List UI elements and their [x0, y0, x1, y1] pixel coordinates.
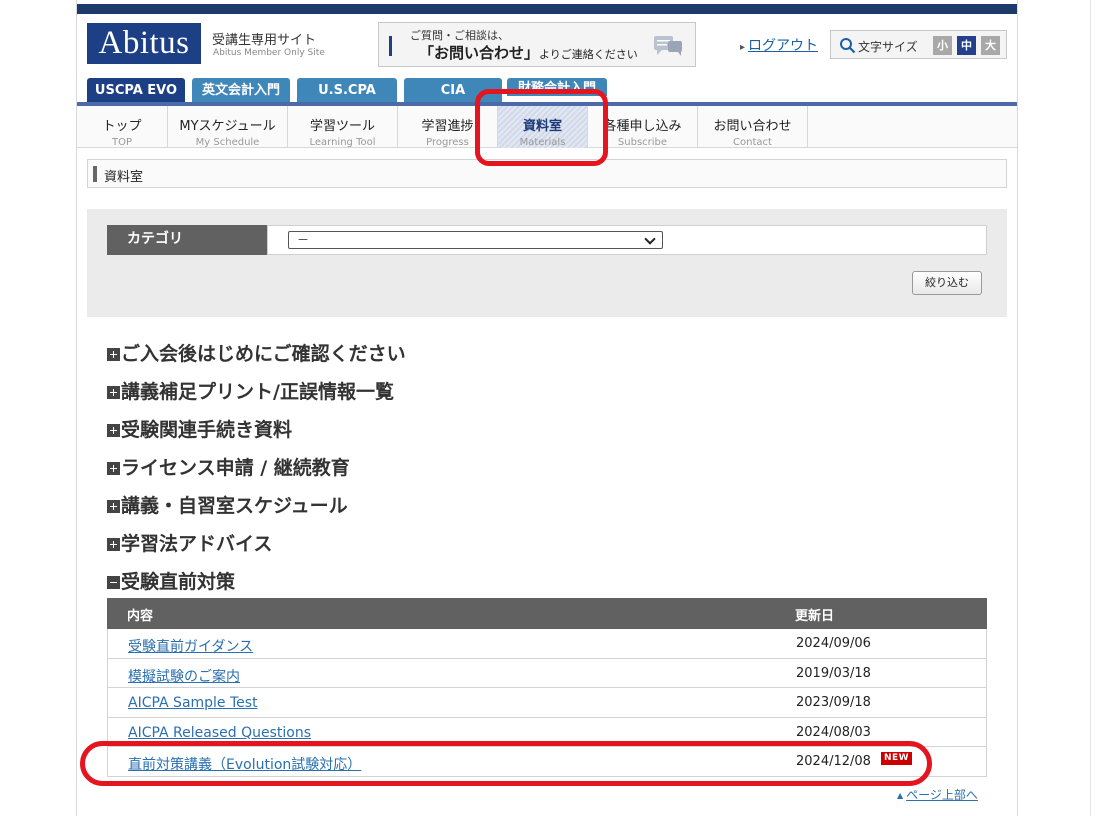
nav-my-schedule[interactable]: MYスケジュール My Schedule	[168, 106, 288, 148]
expand-plus-icon	[107, 386, 120, 399]
section-schedule[interactable]: 講義・自習室スケジュール	[107, 491, 348, 518]
contact-line2: 「お問い合わせ」よりご連絡ください	[419, 42, 638, 63]
window-rule	[1090, 0, 1091, 816]
section-exam-procedures[interactable]: 受験関連手続き資料	[107, 415, 292, 442]
tab-eibun-kaikei[interactable]: 英文会計入門	[192, 78, 290, 102]
section-getting-started[interactable]: ご入会後はじめにご確認ください	[107, 339, 406, 366]
section-study-advice[interactable]: 学習法アドバイス	[107, 529, 272, 556]
abitus-logo[interactable]: Abitus	[87, 23, 201, 64]
site-subtitle: Abitus Member Only Site	[213, 48, 325, 58]
section-exam-prep[interactable]: 受験直前対策	[107, 567, 235, 594]
breadcrumb-marker	[93, 166, 97, 182]
top-accent-bar	[77, 4, 1017, 14]
logout-link[interactable]: ログアウト	[740, 35, 818, 55]
site-title: 受講生専用サイト	[212, 33, 317, 48]
expand-plus-icon	[107, 538, 120, 551]
updated-date: 2024/08/03	[796, 724, 871, 740]
page-border-right	[1017, 0, 1018, 816]
filter-button[interactable]: 絞り込む	[912, 271, 982, 295]
table-header: 内容 更新日	[107, 598, 987, 629]
global-nav: トップ TOP MYスケジュール My Schedule 学習ツール Learn…	[77, 106, 1017, 148]
updated-date: 2023/09/18	[796, 695, 871, 710]
material-link[interactable]: 直前対策講義（Evolution試験対応）	[128, 754, 361, 774]
font-size-label: 文字サイズ	[858, 40, 918, 54]
tab-cia[interactable]: CIA	[404, 78, 502, 102]
font-medium-button[interactable]: 中	[957, 36, 976, 55]
updated-date: 2019/03/18	[796, 665, 871, 681]
material-link[interactable]: AICPA Sample Test	[128, 695, 258, 711]
nav-learning-tool[interactable]: 学習ツール Learning Tool	[288, 106, 398, 148]
expand-plus-icon	[107, 348, 120, 361]
section-title: ライセンス申請 / 継続教育	[121, 457, 350, 479]
nav-label: 学習ツール	[309, 119, 375, 134]
expand-plus-icon	[107, 462, 120, 475]
section-license[interactable]: ライセンス申請 / 継続教育	[107, 453, 350, 480]
nav-sublabel: TOP	[111, 137, 132, 148]
column-header-updated: 更新日	[795, 609, 835, 624]
section-lecture-prints[interactable]: 講義補足プリント/正誤情報一覧	[107, 377, 394, 404]
category-filter: カテゴリ － 絞り込む	[87, 209, 1007, 317]
nav-subscribe[interactable]: 各種申し込み Subscribe	[588, 106, 698, 148]
page-title: 資料室	[104, 170, 144, 185]
nav-materials[interactable]: 資料室 Materials	[498, 106, 588, 148]
category-field: －	[267, 225, 987, 255]
magnifier-icon	[840, 38, 856, 54]
nav-sublabel: My Schedule	[195, 137, 260, 148]
nav-sublabel: Learning Tool	[309, 137, 376, 148]
page-top-link[interactable]: ページ上部へ	[897, 786, 978, 803]
nav-label: お問い合わせ	[713, 119, 792, 134]
contact-line1: ご質問・ご相談は、	[410, 29, 509, 42]
nav-sublabel: Contact	[733, 137, 772, 148]
section-title: ご入会後はじめにご確認ください	[121, 343, 406, 365]
category-label: カテゴリ	[107, 225, 267, 255]
section-title: 受験直前対策	[121, 571, 236, 593]
table-row: 直前対策講義（Evolution試験対応） 2024/12/08 NEW	[107, 747, 987, 777]
material-link[interactable]: 受験直前ガイダンス	[128, 636, 253, 656]
contact-banner[interactable]: ご質問・ご相談は、 「お問い合わせ」よりご連絡ください	[378, 22, 696, 67]
nav-label: MYスケジュール	[179, 119, 276, 134]
contact-line2-bold: 「お問い合わせ」	[419, 44, 540, 62]
section-title: 受験関連手続き資料	[121, 419, 293, 441]
collapse-minus-icon	[107, 576, 120, 589]
section-title: 講義・自習室スケジュール	[121, 495, 348, 517]
nav-sublabel: Materials	[519, 137, 566, 148]
contact-line2-rest: よりご連絡ください	[539, 48, 638, 61]
font-size-control: 文字サイズ 小 中 大	[830, 30, 1007, 59]
nav-sublabel: Progress	[426, 137, 469, 148]
nav-top[interactable]: トップ TOP	[77, 106, 168, 148]
font-large-button[interactable]: 大	[981, 36, 1000, 55]
section-title: 学習法アドバイス	[121, 533, 273, 555]
material-link[interactable]: AICPA Released Questions	[128, 725, 311, 741]
expand-plus-icon	[107, 424, 120, 437]
nav-label: 学習進捗	[421, 119, 474, 134]
nav-contact[interactable]: お問い合わせ Contact	[698, 106, 808, 148]
updated-date: 2024/09/06	[796, 636, 871, 651]
nav-sublabel: Subscribe	[617, 137, 668, 148]
expand-plus-icon	[107, 500, 120, 513]
materials-table: 内容 更新日 受験直前ガイダンス 2024/09/06 模擬試験のご案内 201…	[107, 598, 987, 777]
nav-label: トップ	[102, 119, 142, 134]
new-badge: NEW	[881, 752, 913, 765]
column-header-content: 内容	[127, 609, 154, 624]
table-row: AICPA Sample Test 2023/09/18	[107, 688, 987, 718]
material-link[interactable]: 模擬試験のご案内	[128, 666, 240, 686]
updated-date: 2024/12/08	[796, 754, 871, 769]
tab-uscpa-evo[interactable]: USCPA EVO	[87, 78, 185, 102]
section-title: 講義補足プリント/正誤情報一覧	[121, 381, 394, 403]
font-small-button[interactable]: 小	[933, 36, 952, 55]
tab-zaimu-kaikei[interactable]: 財務会計入門	[507, 78, 607, 96]
category-select[interactable]: －	[288, 231, 663, 249]
breadcrumb: 資料室	[87, 159, 1007, 188]
nav-progress[interactable]: 学習進捗 Progress	[398, 106, 498, 148]
chat-bubble-icon	[654, 36, 682, 56]
table-row: AICPA Released Questions 2024/08/03	[107, 717, 987, 747]
contact-accent-bar	[389, 36, 392, 56]
nav-label: 各種申し込み	[603, 119, 682, 134]
table-row: 受験直前ガイダンス 2024/09/06	[107, 629, 987, 659]
nav-label: 資料室	[522, 119, 562, 134]
table-row: 模擬試験のご案内 2019/03/18	[107, 658, 987, 688]
tab-us-cpa[interactable]: U.S.CPA	[297, 78, 397, 102]
